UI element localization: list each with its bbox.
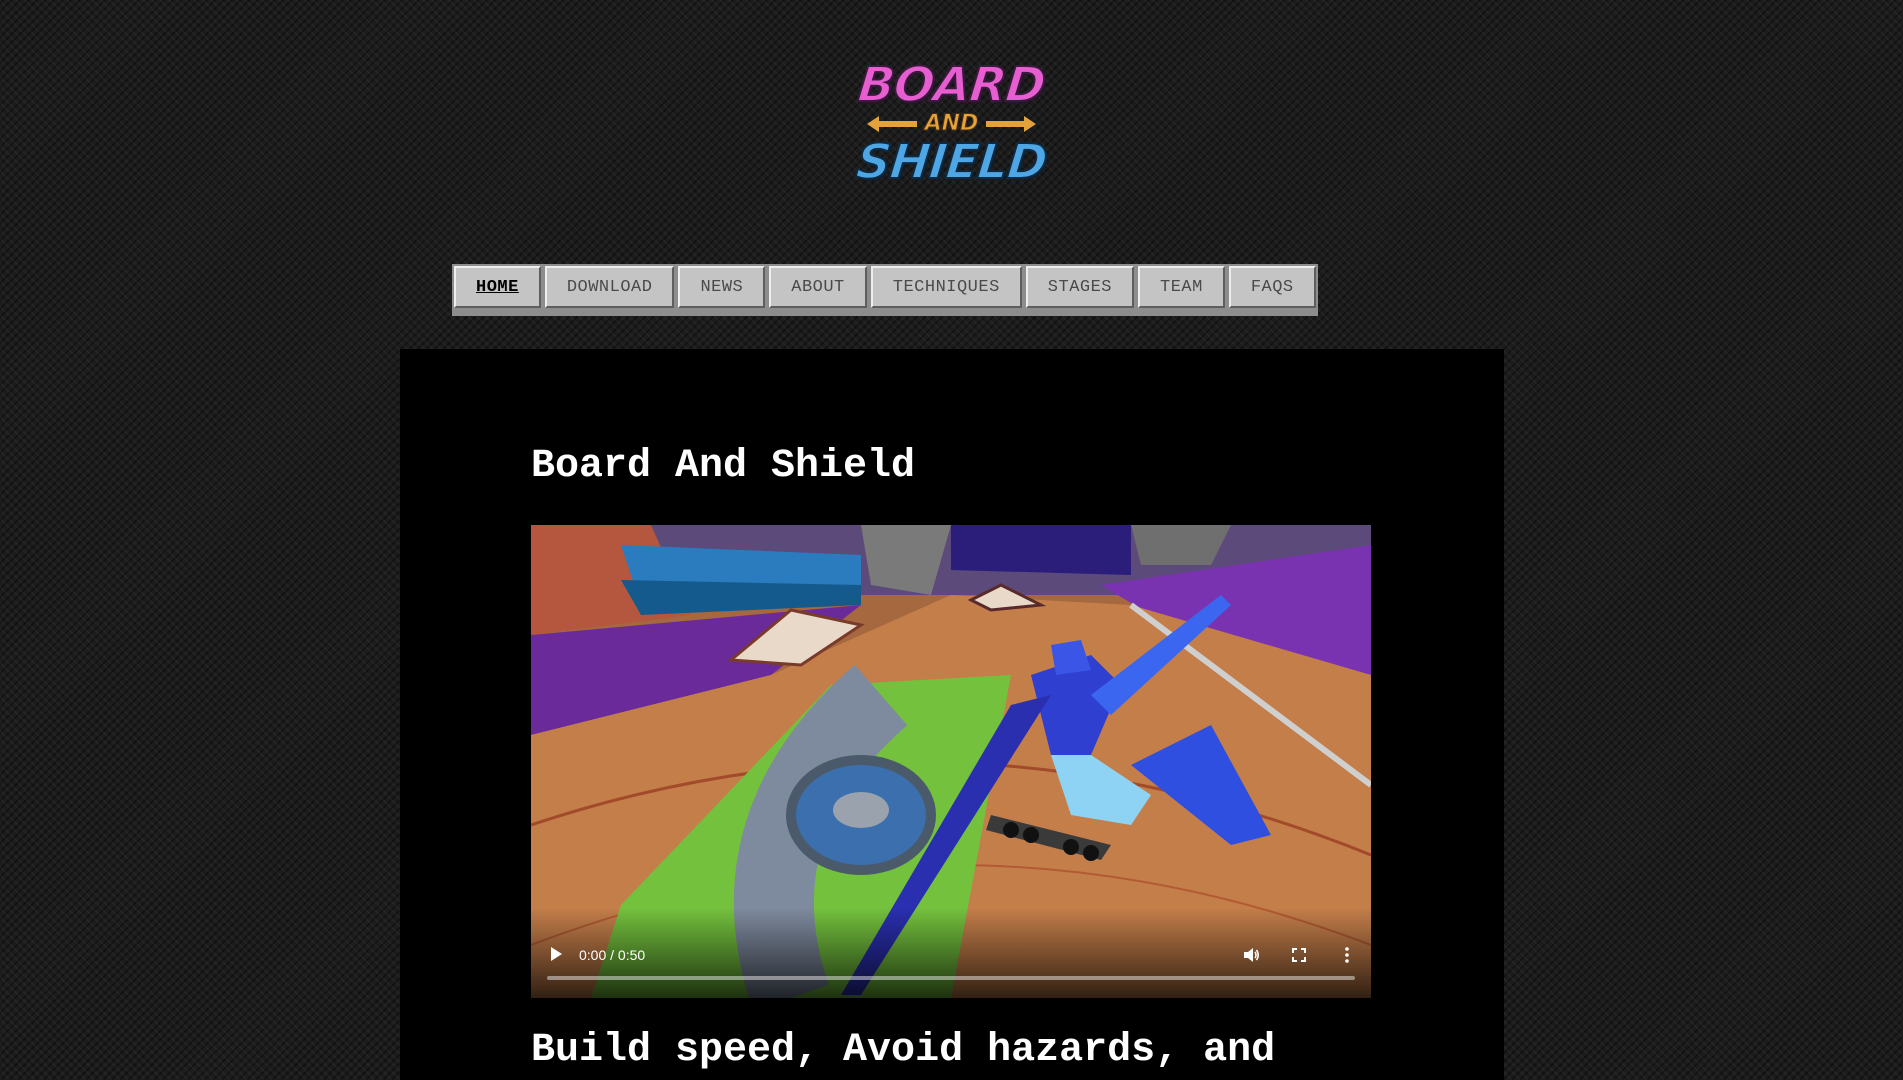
nav-about[interactable]: ABOUT	[769, 266, 867, 308]
logo-arrow-right-icon	[986, 116, 1037, 132]
logo-word-board: BOARD	[854, 56, 1048, 114]
nav-download[interactable]: DOWNLOAD	[544, 266, 675, 308]
nav-techniques[interactable]: TECHNIQUES	[870, 266, 1022, 308]
logo-arrow-left-icon	[866, 116, 917, 132]
page-title: Board And Shield	[531, 444, 916, 489]
tagline-heading: Build speed, Avoid hazards, and	[531, 1028, 1276, 1073]
play-icon[interactable]	[551, 947, 562, 961]
nav-faqs[interactable]: FAQS	[1228, 266, 1316, 308]
gameplay-video[interactable]: 0:00 / 0:50	[531, 525, 1371, 998]
video-progress-bar[interactable]	[547, 976, 1355, 980]
main-content: Board And Shield 0:00 / 0:50 Build speed…	[400, 349, 1504, 1080]
site-logo[interactable]: BOARD AND SHIELD	[841, 56, 1062, 191]
logo-word-shield: SHIELD	[853, 133, 1051, 191]
logo-word-and: AND	[924, 111, 979, 136]
more-options-icon[interactable]	[1337, 945, 1357, 965]
nav-stages[interactable]: STAGES	[1025, 266, 1135, 308]
video-time: 0:00 / 0:50	[579, 947, 646, 963]
nav-home[interactable]: HOME	[454, 266, 541, 308]
nav-team[interactable]: TEAM	[1138, 266, 1225, 308]
volume-icon[interactable]	[1241, 945, 1261, 965]
fullscreen-icon[interactable]	[1289, 945, 1309, 965]
main-nav: HOME DOWNLOAD NEWS ABOUT TECHNIQUES STAG…	[452, 264, 1318, 316]
logo-and-row: AND	[841, 111, 1062, 136]
nav-news[interactable]: NEWS	[678, 266, 766, 308]
